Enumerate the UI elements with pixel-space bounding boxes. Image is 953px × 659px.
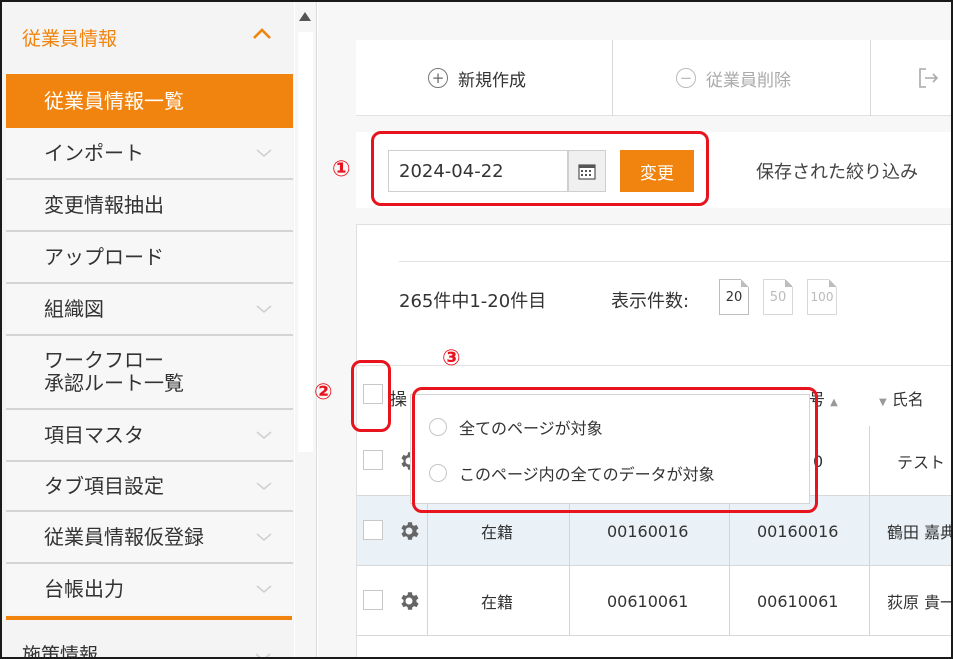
page-size-100-button[interactable]: 100: [807, 279, 837, 315]
annotation-box-3: [412, 387, 818, 513]
sidebar-item-label: 従業員情報仮登録: [44, 524, 204, 549]
sidebar-section-label: 施策情報: [22, 643, 99, 658]
name-cell[interactable]: テスト: [897, 426, 945, 496]
annotation-box-2: [351, 360, 391, 432]
toolbar-divider: [612, 40, 613, 116]
column-divider: [729, 566, 730, 636]
row-checkbox[interactable]: [363, 590, 383, 610]
sidebar-item-item-master[interactable]: 項目マスタ: [6, 410, 293, 462]
sort-asc-icon[interactable]: ▲: [830, 397, 838, 408]
gear-icon[interactable]: [397, 519, 421, 543]
name-cell[interactable]: 鶴田 嘉典: [887, 496, 951, 566]
record-count: 265件中1-20件目: [399, 291, 547, 312]
action-toolbar: + 新規作成 − 従業員削除: [356, 40, 951, 116]
per-page-label: 表示件数:: [611, 291, 690, 312]
column-divider: [869, 566, 870, 636]
column-divider: [869, 426, 870, 496]
chevron-down-icon: [256, 305, 272, 314]
sidebar-item-workflow[interactable]: ワークフロー 承認ルート一覧: [6, 336, 293, 410]
sidebar-section-measures[interactable]: 施策情報: [6, 616, 292, 657]
chevron-down-icon: [256, 149, 272, 158]
chevron-up-icon: [253, 28, 271, 39]
sidebar-item-org-chart[interactable]: 組織図: [6, 284, 293, 336]
sidebar-item-label: タブ項目設定: [44, 473, 164, 498]
name-cell[interactable]: 荻原 貴一: [887, 566, 951, 636]
column-divider: [869, 496, 870, 566]
chevron-down-icon: [256, 533, 272, 542]
sidebar-item-label: 変更情報抽出: [44, 192, 164, 217]
divider: [399, 261, 951, 262]
main-content: + 新規作成 − 従業員削除 変更 保存された絞り込み: [318, 2, 951, 657]
chevron-down-icon: [256, 431, 272, 440]
sidebar-item-employee-list[interactable]: 従業員情報一覧: [6, 74, 293, 128]
status-cell: 在籍: [481, 593, 514, 612]
gear-icon[interactable]: [397, 589, 421, 613]
row-checkbox[interactable]: [363, 450, 383, 470]
sidebar-item-label: インポート: [44, 140, 144, 165]
page-size-50-button[interactable]: 50: [763, 279, 793, 315]
minus-circle-icon: −: [676, 68, 696, 88]
row-checkbox[interactable]: [363, 520, 383, 540]
code-cell: 00610061: [607, 591, 689, 611]
sidebar-item-change-extract[interactable]: 変更情報抽出: [6, 180, 293, 232]
sidebar-item-import[interactable]: インポート: [6, 128, 293, 180]
sidebar-item-label: アップロード: [44, 244, 164, 269]
scroll-up-arrow-icon[interactable]: [299, 12, 311, 21]
header-name[interactable]: ▼ 氏名: [879, 386, 924, 410]
sidebar-item-tab-settings[interactable]: タブ項目設定: [6, 462, 293, 512]
scrollbar-thumb[interactable]: [298, 32, 313, 452]
toolbar-divider: [870, 40, 871, 116]
plus-circle-icon: +: [428, 68, 448, 88]
vertical-scrollbar[interactable]: [295, 2, 317, 657]
sidebar-item-label: 台帳出力: [44, 576, 124, 601]
sidebar-item-label: 項目マスタ: [44, 422, 144, 447]
sidebar-item-ledger-output[interactable]: 台帳出力: [6, 564, 293, 614]
export-icon[interactable]: [916, 66, 940, 90]
sidebar-item-label: 従業員情報一覧: [44, 88, 184, 113]
chevron-down-icon: [256, 585, 272, 594]
chevron-down-icon: [256, 482, 272, 491]
saved-filter-label[interactable]: 保存された絞り込み: [756, 158, 918, 184]
sidebar-section-label: 従業員情報: [22, 27, 118, 50]
employee-number-cell: 00610061: [757, 591, 839, 611]
sidebar-item-label: ワークフロー 承認ルート一覧: [44, 348, 184, 395]
new-create-button[interactable]: + 新規作成: [428, 40, 526, 116]
new-create-label: 新規作成: [458, 70, 526, 91]
annotation-number-1: ①: [332, 157, 351, 182]
header-operation: 操: [390, 390, 407, 410]
header-label: 氏名: [891, 390, 924, 409]
annotation-box-1: [371, 131, 709, 206]
sidebar-item-temp-register[interactable]: 従業員情報仮登録: [6, 512, 293, 564]
delete-employee-label: 従業員削除: [706, 70, 791, 91]
sort-desc-icon[interactable]: ▼: [879, 397, 887, 408]
sidebar-item-upload[interactable]: アップロード: [6, 232, 293, 284]
sidebar-item-label: 組織図: [44, 296, 104, 321]
delete-employee-button[interactable]: − 従業員削除: [676, 40, 791, 116]
table-row[interactable]: 在籍 00610061 00610061 荻原 貴一: [357, 566, 951, 636]
annotation-number-3: ③: [442, 346, 461, 371]
sidebar: 従業員情報 従業員情報一覧 インポート 変更情報抽出 アップロード 組織図 ワー…: [2, 2, 294, 657]
column-divider: [569, 566, 570, 636]
sidebar-section-employee-info[interactable]: 従業員情報: [6, 2, 292, 72]
annotation-number-2: ②: [314, 380, 333, 405]
column-divider: [427, 566, 428, 636]
chevron-down-icon: [255, 653, 271, 657]
page-size-20-button[interactable]: 20: [719, 279, 749, 315]
